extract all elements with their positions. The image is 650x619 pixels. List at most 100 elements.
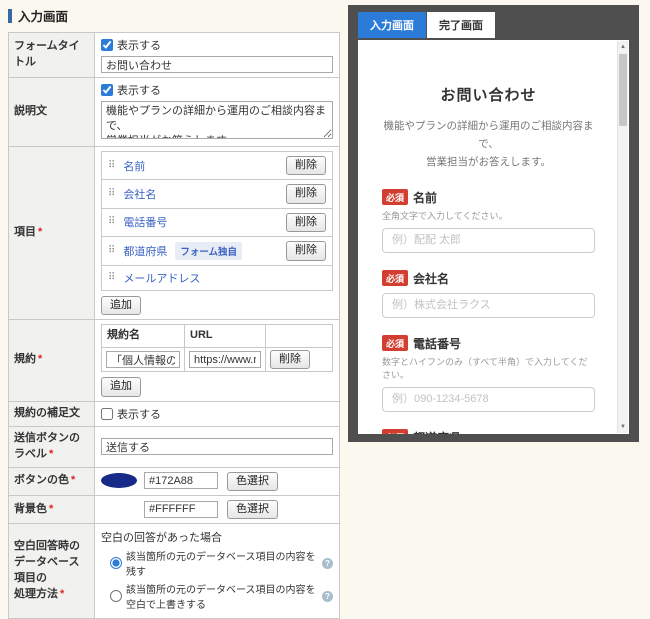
scroll-down-icon[interactable]: ▼ bbox=[618, 421, 628, 433]
description-show-toggle[interactable]: 表示する bbox=[101, 82, 333, 98]
bg-color-input[interactable] bbox=[144, 501, 218, 518]
blank-answer-option-keep[interactable]: 該当箇所の元のデータベース項目の内容を残す ? bbox=[110, 548, 333, 578]
phone-input[interactable] bbox=[382, 387, 595, 412]
form-description: 機能やプランの詳細から運用のご相談内容まで、営業担当がお答えします。 bbox=[382, 118, 595, 172]
field-prefecture: 必須 都道府県 東京都 ▼ bbox=[382, 429, 595, 434]
tab-complete-screen[interactable]: 完了画面 bbox=[427, 12, 495, 38]
help-icon[interactable]: ? bbox=[322, 558, 333, 569]
terms-name-input[interactable] bbox=[106, 351, 180, 368]
item-row-company: ⠿ 会社名 削除 bbox=[102, 180, 332, 208]
terms-col-name: 規約名 bbox=[102, 324, 185, 347]
preview-form: お問い合わせ 機能やプランの詳細から運用のご相談内容まで、営業担当がお答えします… bbox=[358, 40, 617, 434]
row-form-title: フォームタイトル 表示する bbox=[9, 33, 340, 78]
editor-header: 入力画面 bbox=[8, 6, 340, 25]
drag-handle-icon[interactable]: ⠿ bbox=[108, 246, 115, 256]
required-badge: 必須 bbox=[382, 270, 408, 286]
tab-input-screen[interactable]: 入力画面 bbox=[358, 12, 426, 38]
required-asterisk: * bbox=[38, 226, 42, 238]
field-label: 名前 bbox=[413, 189, 437, 206]
terms-note-show-toggle[interactable]: 表示する bbox=[101, 406, 333, 422]
help-icon[interactable]: ? bbox=[322, 591, 333, 602]
terms-note-show-checkbox[interactable] bbox=[101, 408, 113, 420]
field-label: 電話番号 bbox=[413, 335, 461, 352]
item-link-prefecture[interactable]: 都道府県 bbox=[123, 243, 167, 259]
header-accent-bar bbox=[8, 9, 12, 23]
row-form-title-label: フォームタイトル bbox=[9, 33, 95, 78]
terms-col-url: URL bbox=[185, 324, 266, 347]
bg-color-swatch bbox=[101, 502, 137, 517]
item-link-name[interactable]: 名前 bbox=[123, 158, 145, 174]
add-terms-button[interactable]: 追加 bbox=[101, 377, 141, 396]
description-show-checkbox[interactable] bbox=[101, 84, 113, 96]
form-title: お問い合わせ bbox=[382, 84, 595, 105]
company-input[interactable] bbox=[382, 293, 595, 318]
form-title-input[interactable] bbox=[101, 56, 333, 73]
button-color-input[interactable] bbox=[144, 472, 218, 489]
drag-handle-icon[interactable]: ⠿ bbox=[108, 161, 115, 171]
required-badge: 必須 bbox=[382, 429, 408, 434]
row-submit-label: 送信ボタンのラベル* bbox=[9, 426, 340, 467]
preview-panel: 入力画面 完了画面 お問い合わせ 機能やプランの詳細から運用のご相談内容まで、営… bbox=[348, 5, 639, 442]
delete-item-button[interactable]: 削除 bbox=[286, 213, 326, 232]
preview-scrollbar[interactable]: ▲ ▼ bbox=[617, 41, 628, 433]
editor-panel: 入力画面 フォームタイトル 表示する 説明文 表示する 機能やプランの詳細から運 bbox=[8, 6, 340, 619]
terms-col-actions bbox=[265, 324, 332, 347]
row-blank-answer-label: 空白回答時の データベース項目の 処理方法* bbox=[9, 524, 95, 619]
keep-radio[interactable] bbox=[110, 557, 122, 569]
blank-answer-option-overwrite[interactable]: 該当箇所の元のデータベース項目の内容を空白で上書きする ? bbox=[110, 581, 333, 611]
delete-item-button[interactable]: 削除 bbox=[286, 184, 326, 203]
required-asterisk: * bbox=[71, 474, 75, 486]
row-description-label: 説明文 bbox=[9, 78, 95, 147]
description-textarea[interactable]: 機能やプランの詳細から運用のご相談内容まで、 営業担当がお答えします。 bbox=[101, 101, 333, 139]
field-help: 数字とハイフンのみ（すべて半角）で入力してください。 bbox=[382, 355, 595, 381]
row-items-label: 項目* bbox=[9, 147, 95, 320]
scroll-up-icon[interactable]: ▲ bbox=[618, 41, 628, 53]
form-specific-badge: フォーム独自 bbox=[175, 242, 242, 260]
row-terms-note-label: 規約の補足文 bbox=[9, 401, 95, 426]
page-title: 入力画面 bbox=[18, 6, 68, 25]
required-badge: 必須 bbox=[382, 189, 408, 205]
item-row-name: ⠿ 名前 削除 bbox=[102, 152, 332, 180]
required-asterisk: * bbox=[49, 448, 53, 460]
form-title-show-toggle[interactable]: 表示する bbox=[101, 37, 333, 53]
row-items: 項目* ⠿ 名前 削除 ⠿ 会社名 削除 ⠿ 電話番号 bbox=[9, 147, 340, 320]
button-color-swatch bbox=[101, 473, 137, 488]
item-row-email: ⠿ メールアドレス bbox=[102, 266, 332, 290]
row-terms: 規約* 規約名 URL 削除 追加 bbox=[9, 319, 340, 401]
name-input[interactable] bbox=[382, 228, 595, 253]
checkbox-label: 表示する bbox=[117, 37, 161, 53]
config-table: フォームタイトル 表示する 説明文 表示する 機能やプランの詳細から運用のご相談… bbox=[8, 32, 340, 619]
form-title-show-checkbox[interactable] bbox=[101, 39, 113, 51]
delete-item-button[interactable]: 削除 bbox=[286, 241, 326, 260]
radio-label: 該当箇所の元のデータベース項目の内容を残す bbox=[126, 548, 318, 578]
terms-url-input[interactable] bbox=[189, 351, 261, 368]
row-terms-note: 規約の補足文 表示する bbox=[9, 401, 340, 426]
required-asterisk: * bbox=[38, 353, 42, 365]
drag-handle-icon[interactable]: ⠿ bbox=[108, 217, 115, 227]
item-link-company[interactable]: 会社名 bbox=[123, 186, 156, 202]
preview-frame: お問い合わせ 機能やプランの詳細から運用のご相談内容まで、営業担当がお答えします… bbox=[358, 40, 629, 434]
scrollbar-thumb[interactable] bbox=[619, 54, 627, 126]
submit-label-input[interactable] bbox=[101, 438, 333, 455]
row-terms-label: 規約* bbox=[9, 319, 95, 401]
item-link-phone[interactable]: 電話番号 bbox=[123, 214, 167, 230]
terms-table: 規約名 URL 削除 bbox=[101, 324, 333, 372]
field-phone: 必須 電話番号 数字とハイフンのみ（すべて半角）で入力してください。 bbox=[382, 335, 595, 412]
checkbox-label: 表示する bbox=[117, 82, 161, 98]
delete-terms-button[interactable]: 削除 bbox=[270, 350, 310, 369]
item-link-email[interactable]: メールアドレス bbox=[123, 270, 200, 286]
field-company: 必須 会社名 bbox=[382, 270, 595, 318]
add-item-button[interactable]: 追加 bbox=[101, 296, 141, 315]
drag-handle-icon[interactable]: ⠿ bbox=[108, 273, 115, 283]
button-color-pick-button[interactable]: 色選択 bbox=[227, 472, 278, 491]
delete-item-button[interactable]: 削除 bbox=[286, 156, 326, 175]
checkbox-label: 表示する bbox=[117, 406, 161, 422]
required-asterisk: * bbox=[60, 588, 64, 600]
item-list: ⠿ 名前 削除 ⠿ 会社名 削除 ⠿ 電話番号 削除 bbox=[101, 151, 333, 291]
field-help: 全角文字で入力してください。 bbox=[382, 209, 595, 222]
bg-color-pick-button[interactable]: 色選択 bbox=[227, 500, 278, 519]
required-asterisk: * bbox=[49, 503, 53, 515]
overwrite-radio[interactable] bbox=[110, 590, 122, 602]
drag-handle-icon[interactable]: ⠿ bbox=[108, 189, 115, 199]
preview-tabs: 入力画面 完了画面 bbox=[348, 5, 639, 38]
